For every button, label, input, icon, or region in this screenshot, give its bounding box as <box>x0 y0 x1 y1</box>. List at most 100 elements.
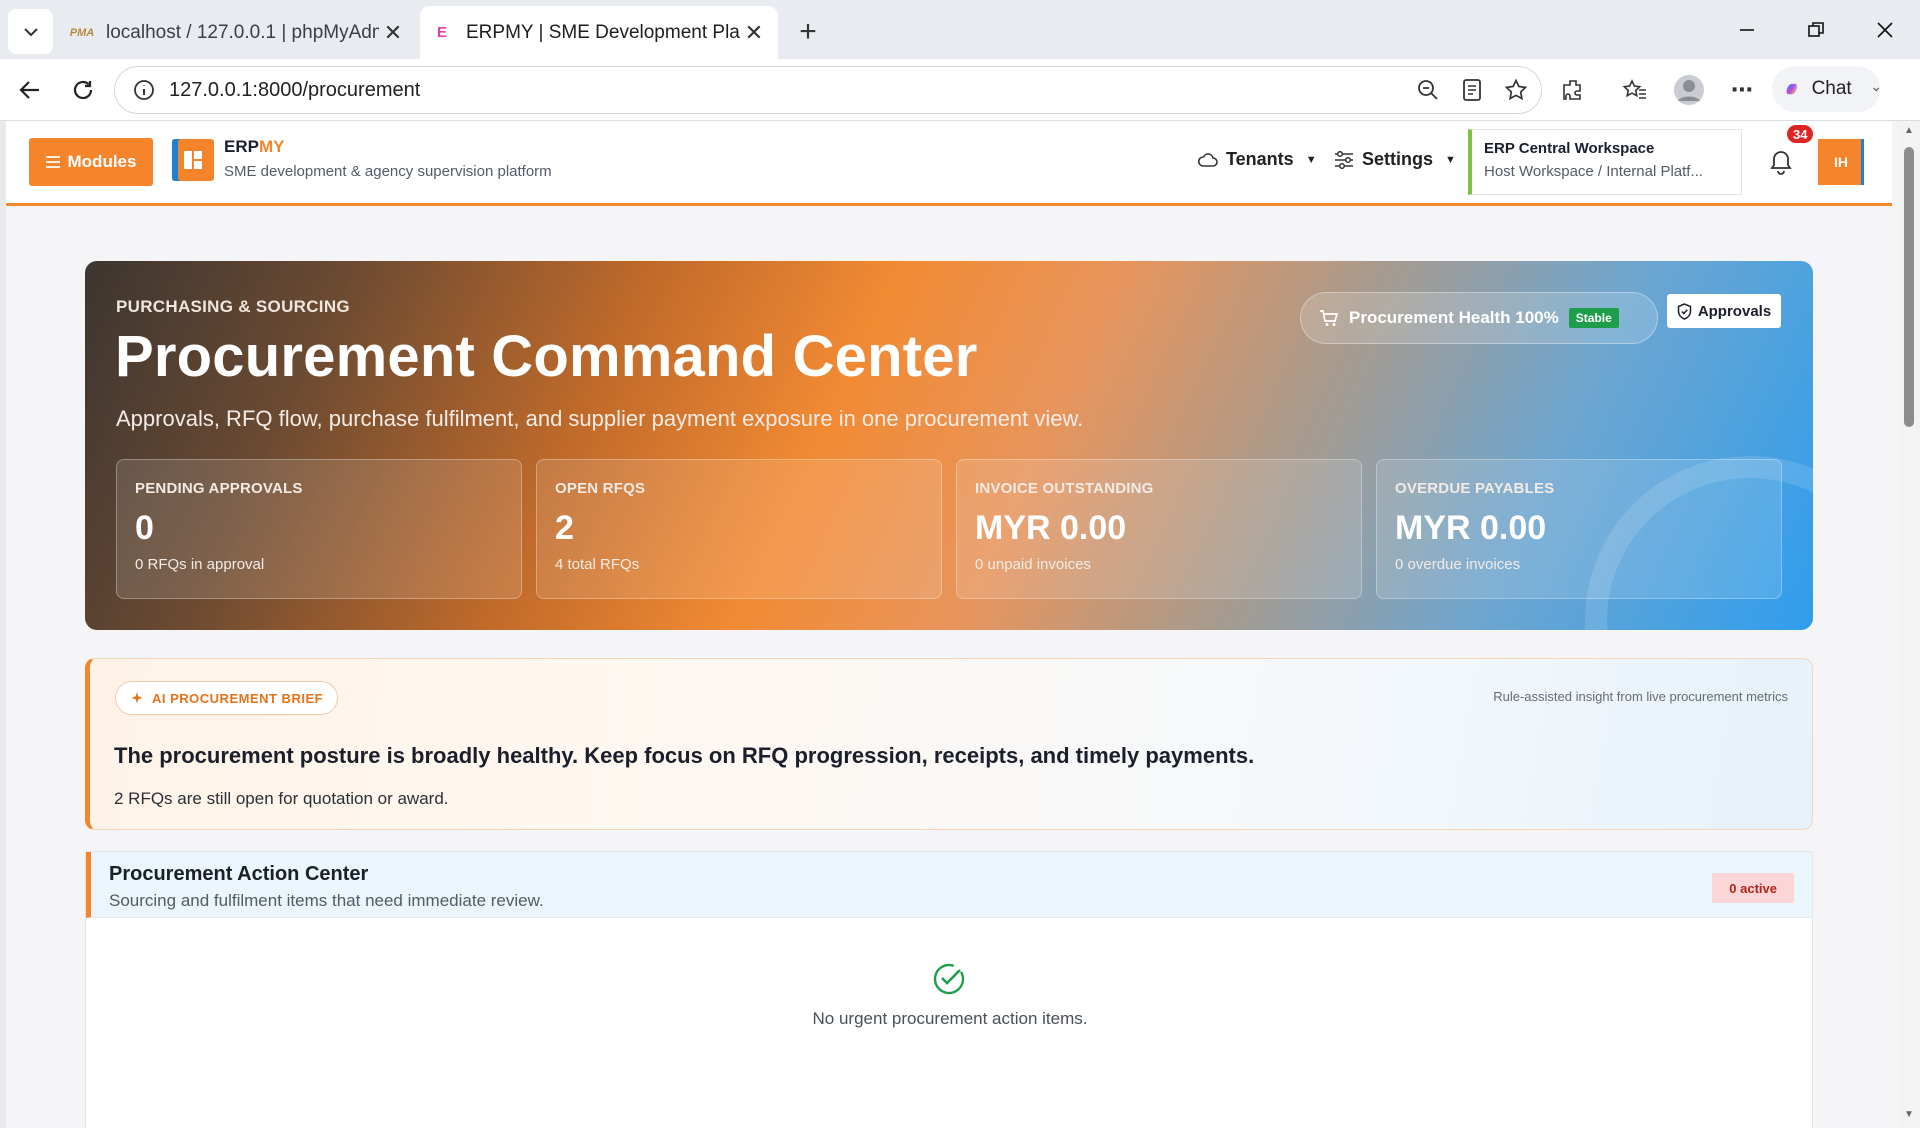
close-window-button[interactable] <box>1861 8 1909 52</box>
viewport-edge <box>0 121 6 1128</box>
brand-suffix: MY <box>258 137 285 156</box>
ai-brief-detail: 2 RFQs are still open for quotation or a… <box>114 789 449 808</box>
browser-toolbar: 127.0.0.1:8000/procurement ⋯ Chat <box>0 59 1920 121</box>
ai-procurement-brief: AI PROCUREMENT BRIEF Rule-assisted insig… <box>85 658 1813 830</box>
procurement-health-indicator[interactable]: Procurement Health 100% Stable <box>1300 292 1658 344</box>
new-tab-button[interactable]: + <box>790 14 826 50</box>
workspace-sub: Host Workspace / Internal Platf... <box>1484 163 1703 180</box>
more-options-icon[interactable]: ⋯ <box>1727 75 1757 105</box>
settings-dropdown[interactable]: Settings ▼ <box>1334 149 1456 170</box>
site-info-icon[interactable] <box>131 77 157 103</box>
kpi-card-pending-approvals[interactable]: PENDING APPROVALS 0 0 RFQs in approval <box>116 459 522 599</box>
scroll-up-icon[interactable]: ▲ <box>1902 125 1916 139</box>
menu-icon <box>45 156 60 168</box>
chat-label: Chat <box>1811 78 1852 99</box>
sliders-icon <box>1335 150 1353 169</box>
kpi-note: 0 overdue invoices <box>1395 556 1521 573</box>
kpi-value: 0 <box>135 509 154 547</box>
app-header: Modules ERPMY SME development & agency s… <box>6 121 1892 206</box>
hero-description: Approvals, RFQ flow, purchase fulfilment… <box>116 406 1084 431</box>
health-status-badge: Stable <box>1568 308 1619 328</box>
brand-logo-icon[interactable] <box>172 139 214 181</box>
kpi-note: 4 total RFQs <box>555 556 640 573</box>
workspace-switcher[interactable]: ERP Central Workspace Host Workspace / I… <box>1468 129 1742 195</box>
close-tab-icon[interactable]: ✕ <box>740 19 768 47</box>
restore-icon <box>1808 22 1824 37</box>
kpi-value: MYR 0.00 <box>1395 509 1547 547</box>
copilot-chat-button[interactable]: Chat <box>1772 66 1880 112</box>
reader-view-icon[interactable] <box>1457 75 1487 105</box>
back-button[interactable] <box>9 69 51 111</box>
phpmyadmin-favicon-icon: PMA <box>69 26 95 39</box>
chevron-down-icon <box>23 27 38 36</box>
tenants-label: Tenants <box>1226 149 1294 169</box>
empty-state-message: No urgent procurement action items. <box>812 1009 1088 1028</box>
kpi-card-overdue-payables[interactable]: OVERDUE PAYABLES MYR 0.00 0 overdue invo… <box>1376 459 1782 599</box>
minimize-window-button[interactable] <box>1723 8 1771 52</box>
modules-button[interactable]: Modules <box>29 138 153 186</box>
sparkle-icon <box>131 692 143 704</box>
ai-brief-meta: Rule-assisted insight from live procurem… <box>1493 689 1788 704</box>
brand-prefix: ERP <box>224 137 259 156</box>
approvals-label: Approvals <box>1697 302 1772 320</box>
extensions-icon[interactable] <box>1558 75 1588 105</box>
scrollbar-thumb[interactable] <box>1904 147 1914 427</box>
tab-title: localhost / 127.0.0.1 | phpMyAdmin <box>106 21 379 43</box>
tab-title: ERPMY | SME Development Platform <box>466 21 740 43</box>
kpi-card-open-rfqs[interactable]: OPEN RFQS 2 4 total RFQs <box>536 459 942 599</box>
kpi-label: PENDING APPROVALS <box>135 480 303 497</box>
tab-actions-menu[interactable] <box>8 9 53 54</box>
active-count-badge: 0 active <box>1712 873 1794 903</box>
tenants-dropdown[interactable]: Tenants ▼ <box>1198 149 1317 170</box>
browser-tab-phpmyadmin[interactable]: PMA localhost / 127.0.0.1 | phpMyAdmin ✕ <box>64 6 417 59</box>
settings-label: Settings <box>1362 149 1434 169</box>
arrow-left-icon <box>19 81 39 99</box>
address-bar[interactable]: 127.0.0.1:8000/procurement <box>114 66 1542 114</box>
favorites-icon[interactable] <box>1620 75 1650 105</box>
copilot-icon <box>1786 83 1797 95</box>
kpi-label: INVOICE OUTSTANDING <box>975 480 1154 497</box>
caret-down-icon: ▼ <box>1305 153 1317 166</box>
close-icon <box>1877 22 1893 38</box>
page-viewport: Modules ERPMY SME development & agency s… <box>0 121 1920 1128</box>
caret-down-icon: ▼ <box>1445 153 1456 166</box>
ai-brief-pill-label: AI PROCUREMENT BRIEF <box>152 690 324 706</box>
cloud-icon <box>1198 152 1218 167</box>
kpi-value: 2 <box>555 509 574 547</box>
check-circle-icon <box>933 963 965 995</box>
procurement-action-center: Procurement Action Center Sourcing and f… <box>85 851 1813 1128</box>
brand-name[interactable]: ERPMY <box>224 137 284 157</box>
modules-label: Modules <box>67 152 137 171</box>
action-center-header: Procurement Action Center Sourcing and f… <box>86 852 1812 918</box>
url-text: 127.0.0.1:8000/procurement <box>169 78 421 101</box>
kpi-note: 0 unpaid invoices <box>975 556 1091 573</box>
user-avatar[interactable]: IH <box>1818 139 1864 185</box>
browser-tab-erpmy[interactable]: E ERPMY | SME Development Platform ✕ <box>420 6 778 59</box>
hero-eyebrow: PURCHASING & SOURCING <box>116 297 350 316</box>
reload-button[interactable] <box>62 69 104 111</box>
ai-brief-headline: The procurement posture is broadly healt… <box>114 743 1255 768</box>
brand-tagline: SME development & agency supervision pla… <box>224 163 552 180</box>
procurement-hero: PURCHASING & SOURCING Procurement Comman… <box>85 261 1813 630</box>
zoom-out-icon[interactable] <box>1413 75 1443 105</box>
page-scrollbar[interactable]: ▲ ▼ <box>1898 121 1920 1128</box>
notification-count-badge: 34 <box>1785 123 1816 145</box>
profile-avatar-icon[interactable] <box>1672 73 1706 107</box>
kpi-label: OVERDUE PAYABLES <box>1395 480 1555 497</box>
restore-window-button[interactable] <box>1792 8 1840 52</box>
kpi-label: OPEN RFQS <box>555 480 646 497</box>
health-label: Procurement Health 100% <box>1349 308 1559 327</box>
approvals-button[interactable]: Approvals <box>1667 294 1781 328</box>
page-title: Procurement Command Center <box>115 324 978 389</box>
erpmy-favicon-icon: E <box>436 24 447 41</box>
kpi-card-invoice-outstanding[interactable]: INVOICE OUTSTANDING MYR 0.00 0 unpaid in… <box>956 459 1362 599</box>
kpi-note: 0 RFQs in approval <box>135 556 265 573</box>
reload-icon <box>73 80 93 100</box>
scroll-down-icon[interactable]: ▼ <box>1902 1109 1916 1123</box>
close-tab-icon[interactable]: ✕ <box>379 19 407 47</box>
favorite-star-icon[interactable] <box>1501 75 1531 105</box>
notifications-bell-icon[interactable] <box>1764 145 1798 179</box>
minimize-icon <box>1740 29 1754 31</box>
action-center-title: Procurement Action Center <box>109 863 369 885</box>
workspace-name: ERP Central Workspace <box>1484 140 1655 157</box>
